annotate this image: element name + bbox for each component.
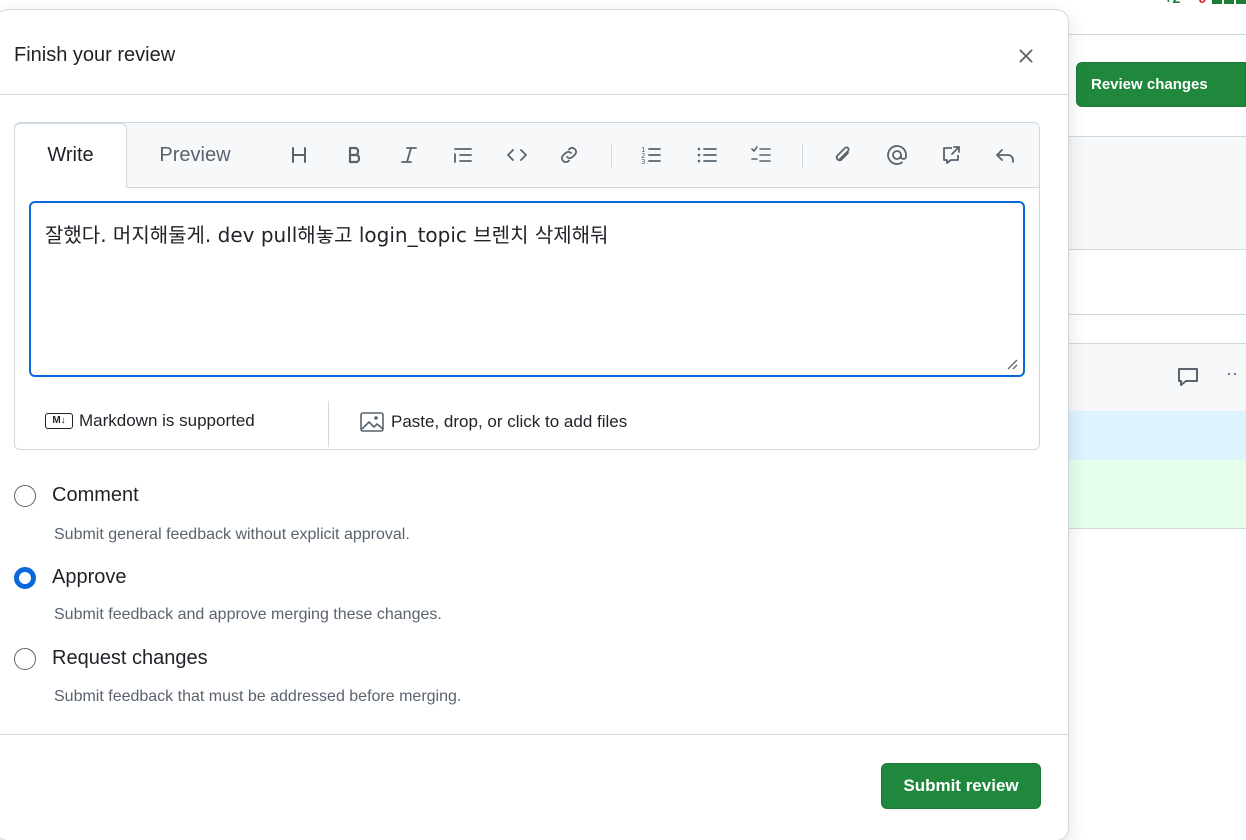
option-request-changes-description: Submit feedback that must be addressed b…: [54, 688, 462, 705]
diff-hunk-header: [1068, 411, 1246, 460]
tab-preview[interactable]: Preview: [145, 123, 245, 187]
comment-textarea[interactable]: 잘했다. 머지해둘게. dev pull해놓고 login_topic 브렌치 …: [29, 201, 1025, 377]
markdown-icon: M↓: [45, 413, 73, 429]
undo-icon[interactable]: [991, 141, 1019, 169]
quote-icon[interactable]: [449, 141, 477, 169]
radio-approve[interactable]: [14, 566, 36, 589]
radio-comment[interactable]: [14, 484, 36, 507]
unordered-list-icon[interactable]: [693, 141, 721, 169]
link-icon[interactable]: [555, 141, 583, 169]
diffstat-block: [1224, 0, 1234, 5]
submit-review-button[interactable]: Submit review: [881, 763, 1041, 809]
dialog-header: Finish your review: [0, 10, 1068, 95]
option-comment[interactable]: Comment: [14, 484, 139, 507]
radio-request-changes[interactable]: [14, 647, 36, 670]
code-icon[interactable]: [503, 141, 531, 169]
finish-review-dialog: Finish your review Write Preview 1 2 3 잘…: [0, 10, 1068, 840]
numbered-list-icon[interactable]: 123: [637, 141, 665, 169]
editor-footer: M↓ Markdown is supported Paste, drop, or…: [15, 391, 1039, 449]
option-comment-label: Comment: [52, 484, 139, 506]
resize-handle-icon[interactable]: [1005, 357, 1019, 371]
task-list-icon[interactable]: [747, 141, 775, 169]
file-header: [1068, 343, 1246, 412]
divider: [1040, 34, 1246, 35]
dialog-footer-divider: [0, 734, 1068, 735]
reference-icon[interactable]: [937, 141, 965, 169]
markdown-hint-text: Markdown is supported: [79, 411, 255, 430]
markdown-link[interactable]: M↓ Markdown is supported: [45, 411, 255, 431]
diffstat-deletions: −0: [1190, 0, 1206, 6]
diffstat-block: [1236, 0, 1246, 5]
file-tree-panel: [1068, 137, 1246, 249]
diffstat-additions: +2: [1164, 0, 1180, 6]
bold-icon[interactable]: [341, 141, 369, 169]
kebab-icon[interactable]: ··: [1226, 363, 1238, 384]
background-page: +2 −0 Review changes: [1040, 0, 1246, 820]
editor-toolbar: Write Preview 123: [14, 123, 1039, 188]
attach-files-button[interactable]: Paste, drop, or click to add files: [359, 411, 627, 433]
tab-write[interactable]: Write: [14, 123, 127, 188]
commit-row: [1068, 249, 1246, 315]
footer-divider: [328, 401, 329, 447]
review-changes-button[interactable]: Review changes: [1076, 62, 1246, 107]
image-icon: [360, 412, 384, 432]
option-approve[interactable]: Approve: [14, 566, 127, 589]
option-request-changes[interactable]: Request changes: [14, 647, 208, 670]
italic-icon[interactable]: [395, 141, 423, 169]
diff-added-line: [1068, 460, 1246, 529]
attach-icon[interactable]: [829, 141, 857, 169]
attach-hint-text: Paste, drop, or click to add files: [391, 412, 628, 431]
heading-icon[interactable]: [285, 141, 313, 169]
diffstat: +2 −0: [1164, 0, 1246, 6]
dialog-title: Finish your review: [14, 44, 176, 66]
option-approve-description: Submit feedback and approve merging thes…: [54, 606, 442, 623]
option-request-changes-label: Request changes: [52, 647, 208, 669]
comment-icon[interactable]: [1176, 366, 1200, 388]
close-icon[interactable]: [1010, 40, 1042, 72]
comment-editor: Write Preview 123 잘했다. 머지해둘게. dev pull해놓…: [14, 122, 1040, 450]
svg-text:3: 3: [641, 158, 645, 166]
option-approve-label: Approve: [52, 566, 127, 588]
mention-icon[interactable]: [883, 141, 911, 169]
toolbar-divider: [611, 143, 612, 169]
diffstat-block: [1212, 0, 1222, 5]
toolbar-divider: [802, 143, 803, 169]
option-comment-description: Submit general feedback without explicit…: [54, 526, 410, 543]
